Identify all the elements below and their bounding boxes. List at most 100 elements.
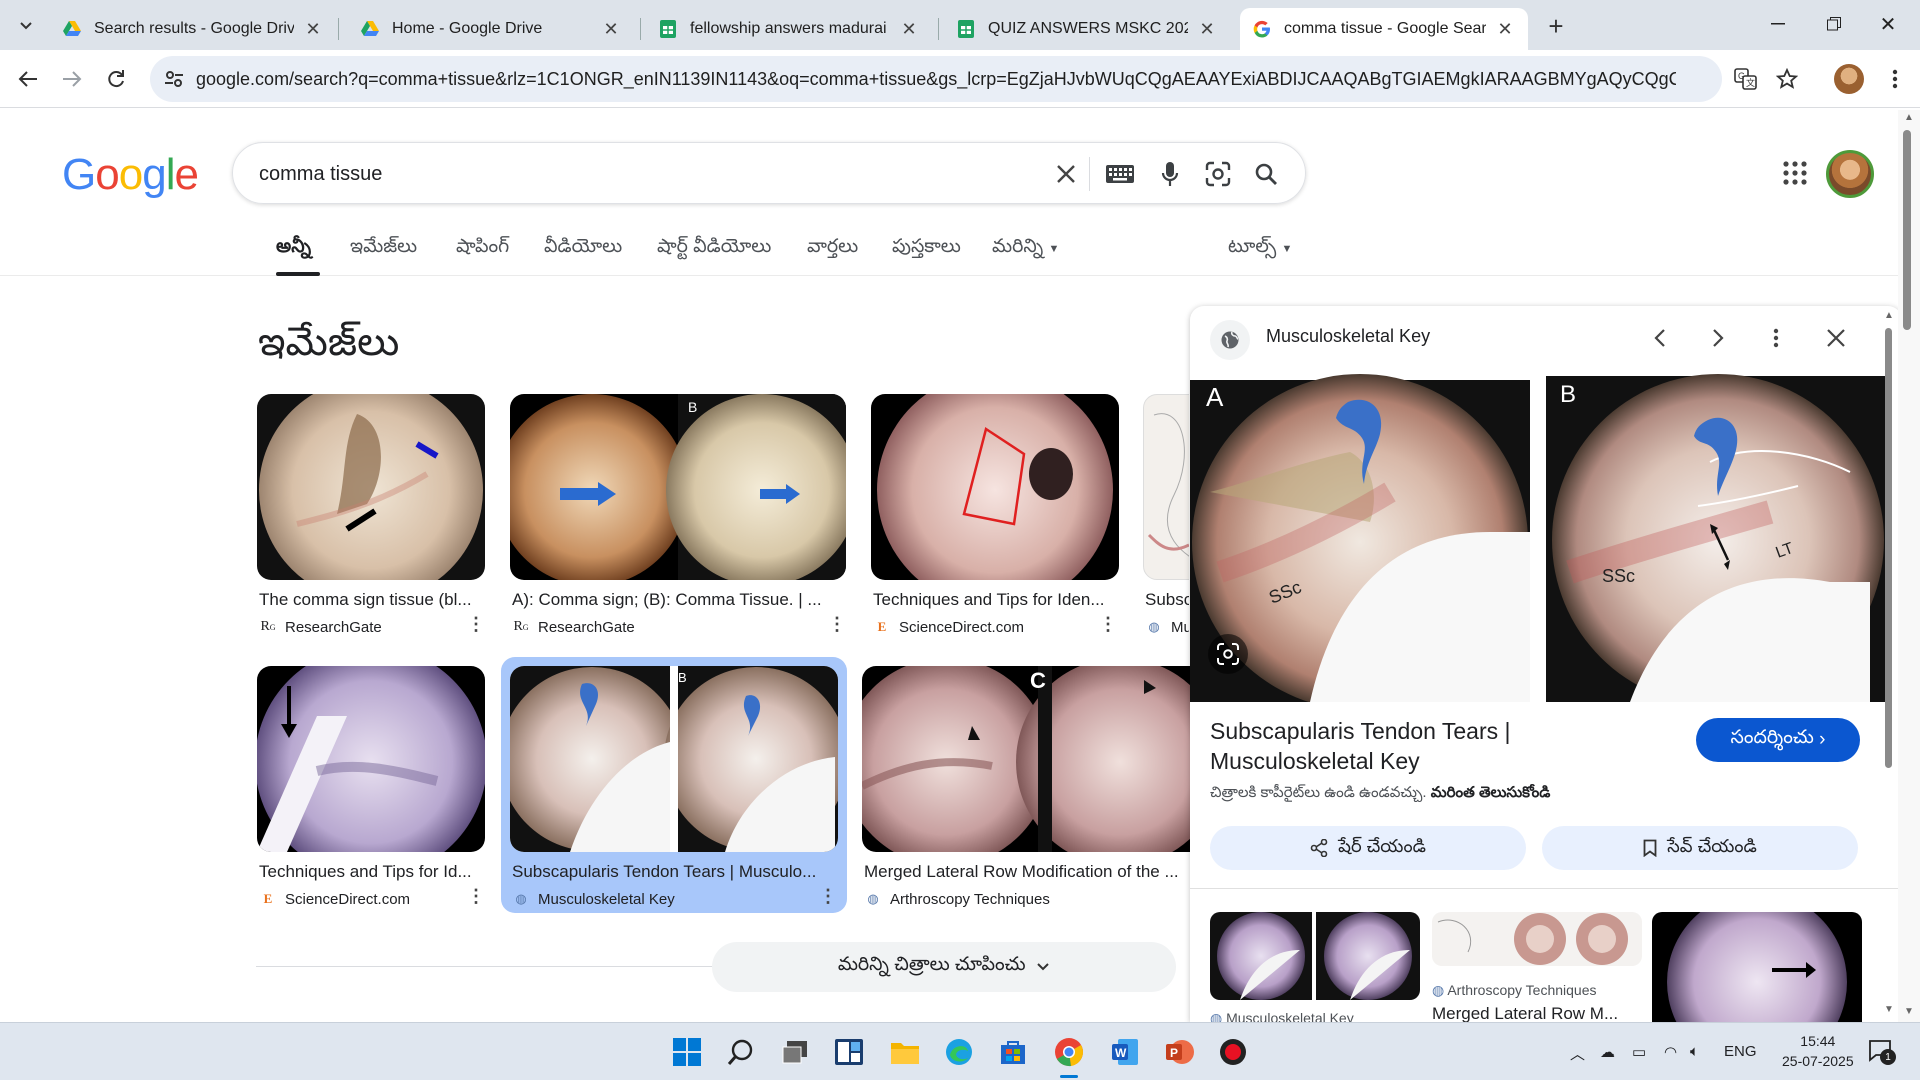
new-tab-button[interactable]: + bbox=[1540, 11, 1572, 41]
search-button[interactable] bbox=[1249, 157, 1283, 191]
chevron-up-icon[interactable]: ︿ bbox=[1570, 1043, 1585, 1064]
result-title[interactable]: A): Comma sign; (B): Comma Tissue. | ... bbox=[512, 590, 842, 610]
browser-menu-button[interactable] bbox=[1880, 64, 1910, 94]
result-thumbnail[interactable] bbox=[257, 666, 485, 852]
task-view-button[interactable] bbox=[778, 1035, 812, 1069]
chrome-button[interactable] bbox=[1052, 1035, 1086, 1069]
search-box[interactable]: comma tissue bbox=[232, 142, 1306, 204]
onedrive-icon[interactable]: ☁ bbox=[1600, 1043, 1615, 1061]
share-button[interactable]: షేర్ చేయండి bbox=[1210, 826, 1526, 870]
image-result[interactable]: Techniques and Tips for Iden... E Science… bbox=[871, 394, 1121, 644]
input-language[interactable]: ENG bbox=[1724, 1043, 1757, 1060]
panel-scrollbar[interactable]: ▲ ▼ bbox=[1880, 306, 1896, 1022]
result-title[interactable]: Techniques and Tips for Id... bbox=[259, 862, 487, 882]
translate-icon[interactable]: G文 bbox=[1734, 68, 1758, 90]
more-vertical-icon[interactable]: ⋮ bbox=[819, 886, 837, 907]
show-more-images-button[interactable]: మరిన్ని చిత్రాలు చూపించు bbox=[712, 942, 1176, 992]
widgets-button[interactable] bbox=[832, 1035, 866, 1069]
minimize-button[interactable] bbox=[1762, 10, 1794, 38]
keyboard-button[interactable] bbox=[1103, 157, 1137, 191]
result-thumbnail[interactable] bbox=[1143, 394, 1189, 580]
save-button[interactable]: సేవ్ చేయండి bbox=[1542, 826, 1858, 870]
panel-more-button[interactable] bbox=[1760, 322, 1792, 354]
browser-tab[interactable]: fellowship answers madurai 202 ✕ bbox=[646, 8, 932, 50]
lens-search-button[interactable] bbox=[1201, 157, 1235, 191]
result-source[interactable]: ◍ Mu bbox=[1145, 618, 1189, 636]
file-explorer-button[interactable] bbox=[888, 1035, 922, 1069]
scroll-up-icon[interactable]: ▲ bbox=[1884, 310, 1894, 321]
close-icon[interactable]: ✕ bbox=[898, 18, 920, 40]
image-result[interactable]: Techniques and Tips for Id... E ScienceDi… bbox=[257, 666, 489, 916]
tab-all[interactable]: అన్నీ bbox=[276, 236, 311, 262]
taskbar-search-button[interactable] bbox=[724, 1035, 758, 1069]
result-source[interactable]: R G ResearchGate bbox=[259, 618, 381, 636]
tab-short-videos[interactable]: షార్ట్ వీడియోలు bbox=[657, 236, 771, 262]
result-title[interactable]: Subscapularis Tendon Tears | Musculo... bbox=[512, 862, 838, 882]
wifi-icon[interactable]: ◠ bbox=[1664, 1043, 1677, 1061]
account-avatar[interactable] bbox=[1826, 150, 1874, 198]
notification-center-button[interactable]: 1 bbox=[1868, 1039, 1898, 1065]
tab-shopping[interactable]: షాపింగ్ bbox=[456, 236, 509, 262]
related-source[interactable]: ◍ Musculoskeletal Key bbox=[1210, 1010, 1354, 1022]
result-source[interactable]: R G ResearchGate bbox=[512, 618, 634, 636]
page-scrollbar[interactable]: ▲ ▼ bbox=[1898, 110, 1920, 1022]
close-icon[interactable]: ✕ bbox=[600, 18, 622, 40]
result-thumbnail[interactable] bbox=[257, 394, 485, 580]
search-query[interactable]: comma tissue bbox=[259, 163, 382, 186]
back-button[interactable] bbox=[12, 63, 44, 95]
scroll-up-icon[interactable]: ▲ bbox=[1904, 112, 1914, 123]
image-result[interactable]: The comma sign tissue (bl... R G ResearchG… bbox=[257, 394, 489, 644]
result-title[interactable]: The comma sign tissue (bl... bbox=[259, 590, 487, 610]
related-image[interactable] bbox=[1210, 912, 1420, 1000]
result-thumbnail[interactable] bbox=[871, 394, 1119, 580]
tab-videos[interactable]: వీడియోలు bbox=[544, 236, 622, 262]
tab-books[interactable]: పుస్తకాలు bbox=[892, 236, 961, 262]
image-result-selected[interactable]: B Subscapularis Tendon Tears | Musculo..… bbox=[501, 657, 847, 913]
related-source[interactable]: ◍ Arthroscopy Techniques bbox=[1432, 982, 1597, 999]
browser-tab[interactable]: Search results - Google Drive ✕ bbox=[50, 8, 336, 50]
word-button[interactable]: W bbox=[1108, 1035, 1142, 1069]
visit-button[interactable]: సందర్శించు › bbox=[1696, 718, 1860, 762]
tab-news[interactable]: వార్తలు bbox=[807, 236, 858, 262]
image-result[interactable]: B A): Comma sign; (B): Comma Tissue. | .… bbox=[510, 394, 850, 644]
bookmark-star-icon[interactable] bbox=[1776, 68, 1798, 90]
forward-button[interactable] bbox=[56, 63, 88, 95]
tab-search-button[interactable] bbox=[10, 12, 42, 40]
result-title[interactable]: Techniques and Tips for Iden... bbox=[873, 590, 1119, 610]
close-icon[interactable]: ✕ bbox=[1494, 18, 1516, 40]
result-source[interactable]: E ScienceDirect.com bbox=[873, 618, 1024, 636]
browser-tab[interactable]: Home - Google Drive ✕ bbox=[348, 8, 634, 50]
result-source[interactable]: ◍ Musculoskeletal Key bbox=[512, 890, 674, 908]
volume-icon[interactable]: 🔈︎ bbox=[1690, 1043, 1699, 1060]
site-info-icon[interactable] bbox=[164, 69, 184, 89]
battery-icon[interactable]: ▭ bbox=[1632, 1043, 1646, 1061]
voice-search-button[interactable] bbox=[1153, 157, 1187, 191]
reload-button[interactable] bbox=[100, 63, 132, 95]
browser-tab[interactable]: QUIZ ANSWERS MSKC 2025 - G ✕ bbox=[944, 8, 1230, 50]
more-vertical-icon[interactable]: ⋮ bbox=[1099, 614, 1117, 635]
learn-more-link[interactable]: మరింత తెలుసుకోండి bbox=[1431, 784, 1551, 801]
result-thumbnail[interactable]: B bbox=[510, 394, 846, 580]
previous-image-button[interactable] bbox=[1644, 322, 1676, 354]
scroll-down-icon[interactable]: ▼ bbox=[1884, 1004, 1894, 1015]
more-vertical-icon[interactable]: ⋮ bbox=[467, 614, 485, 635]
related-image[interactable] bbox=[1432, 912, 1642, 966]
result-source[interactable]: E ScienceDirect.com bbox=[259, 890, 410, 908]
tab-images[interactable]: ఇమేజ్‌లు bbox=[350, 236, 417, 262]
panel-title[interactable]: Subscapularis Tendon Tears | Musculoskel… bbox=[1210, 716, 1680, 776]
result-source[interactable]: ◍ Arthroscopy Techniques bbox=[864, 890, 1050, 908]
google-logo[interactable]: Google bbox=[62, 150, 199, 200]
image-result[interactable]: Subsc ◍ Mu bbox=[1143, 394, 1189, 644]
result-title[interactable]: Merged Lateral Row Modification of the .… bbox=[864, 862, 1192, 882]
related-title[interactable]: Merged Lateral Row M... bbox=[1432, 1004, 1642, 1022]
start-button[interactable] bbox=[670, 1035, 704, 1069]
address-bar[interactable]: google.com/search?q=comma+tissue&rlz=1C1… bbox=[150, 56, 1798, 102]
restore-button[interactable] bbox=[1818, 10, 1850, 38]
screen-recorder-button[interactable] bbox=[1216, 1035, 1250, 1069]
result-thumbnail[interactable]: B bbox=[510, 666, 838, 852]
clear-search-button[interactable] bbox=[1049, 157, 1083, 191]
powerpoint-button[interactable]: P bbox=[1162, 1035, 1196, 1069]
scrollbar-thumb[interactable] bbox=[1903, 130, 1911, 330]
close-icon[interactable]: ✕ bbox=[1196, 18, 1218, 40]
browser-tab-active[interactable]: comma tissue - Google Search ✕ bbox=[1240, 8, 1528, 50]
